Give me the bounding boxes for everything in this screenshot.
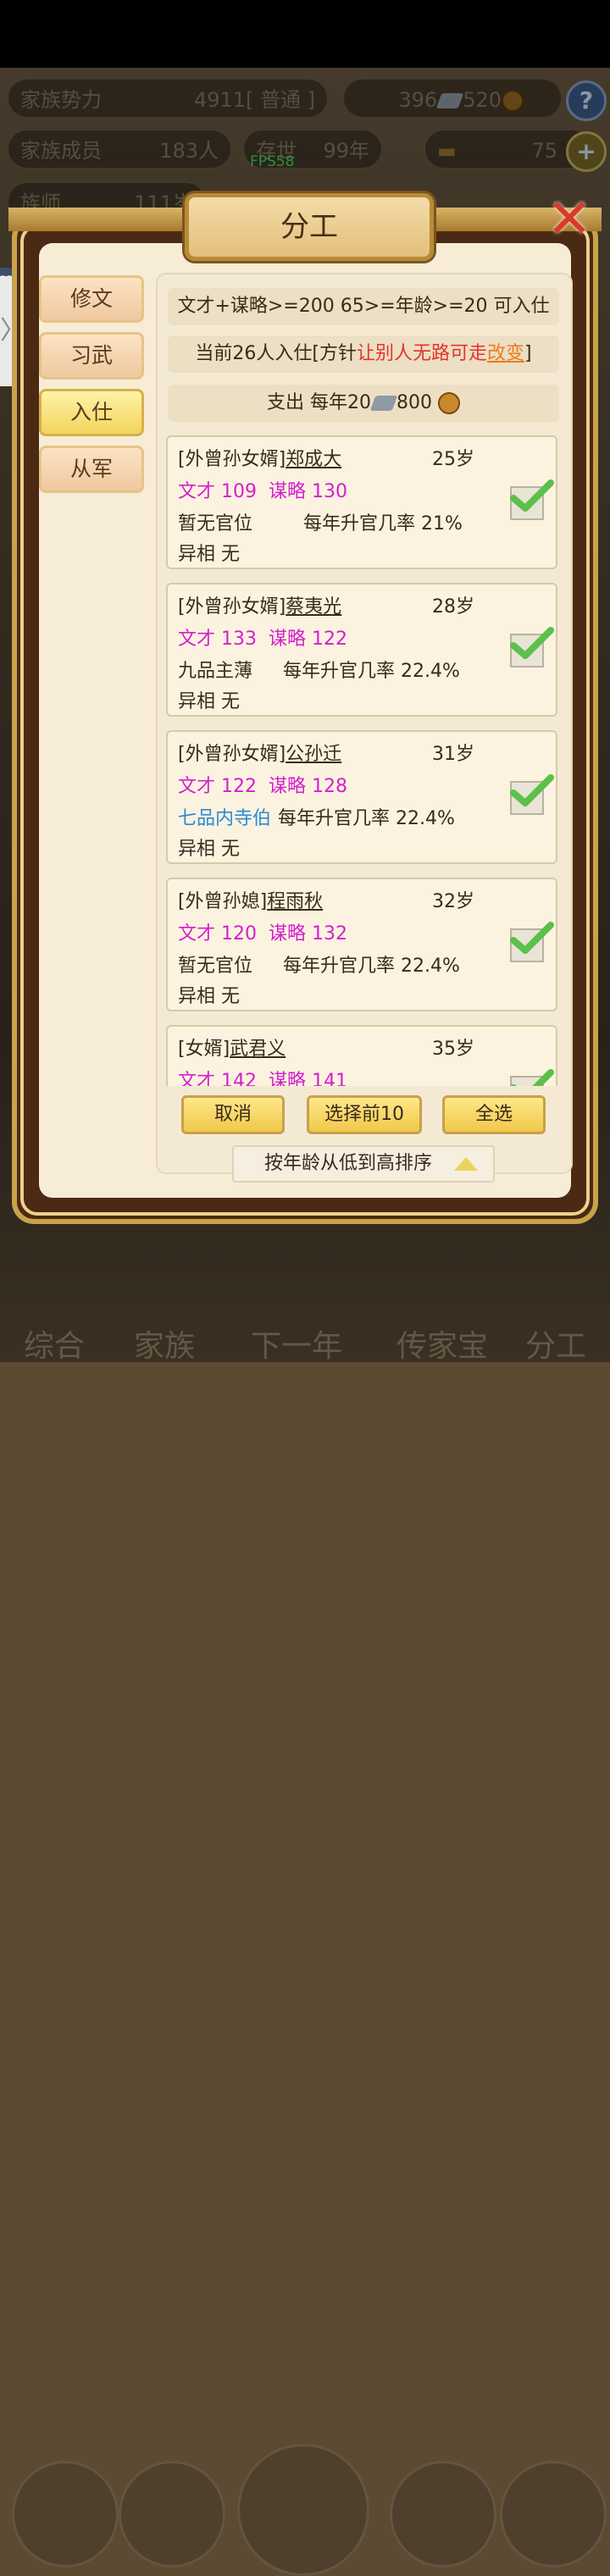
candidate-age: 31岁 bbox=[432, 744, 474, 765]
candidate-name[interactable]: 武君义 bbox=[230, 1039, 286, 1060]
candidate-moulue: 谋略 122 bbox=[269, 629, 347, 650]
select-top10-button[interactable]: 选择前10 bbox=[307, 1095, 422, 1134]
expense-coins: 800 bbox=[396, 392, 432, 413]
select-all-button[interactable]: 全选 bbox=[442, 1095, 546, 1134]
triangle-up-icon bbox=[454, 1157, 478, 1171]
candidate-card: [外曾孙女婿]公孙迁 31岁 文才 122 谋略 128 七品内寺伯 每年升官几率 … bbox=[166, 730, 557, 864]
candidate-moulue: 谋略 141 bbox=[269, 1071, 347, 1086]
status-suffix: ] bbox=[524, 343, 532, 364]
candidate-trait: 异相 无 bbox=[178, 691, 240, 712]
title-wing-left bbox=[8, 208, 186, 231]
candidate-position: 暂无官位 bbox=[178, 513, 253, 535]
policy-text: 让别人无路可走 bbox=[356, 343, 487, 364]
status-bar bbox=[0, 0, 610, 68]
candidate-checkbox[interactable] bbox=[510, 479, 554, 520]
sort-label: 按年龄从低到高排序 bbox=[264, 1153, 433, 1174]
candidate-position: 暂无官位 bbox=[178, 956, 253, 977]
candidate-relation: [外曾孙女婿] bbox=[178, 449, 286, 470]
candidate-promotion-rate: 每年升官几率 22.4% bbox=[283, 661, 460, 682]
requirement-text: 文才+谋略>=200 65>=年龄>=20 可入仕 bbox=[168, 288, 559, 325]
nav-heirloom[interactable]: 传家宝 bbox=[396, 1321, 488, 1366]
tab-official[interactable]: 入仕 bbox=[39, 389, 144, 436]
candidate-card: [外曾孙女婿]郑成大 25岁 文才 109 谋略 130 暂无官位 每年升官几率 2… bbox=[166, 435, 557, 569]
candidate-position: 九品主薄 bbox=[178, 661, 253, 682]
candidate-relation: [外曾孙女婿] bbox=[178, 744, 286, 765]
candidate-name[interactable]: 程雨秋 bbox=[267, 891, 323, 912]
candidate-relation: [女婿] bbox=[178, 1039, 230, 1060]
nav-division[interactable]: 分工 bbox=[525, 1321, 586, 1366]
candidate-checkbox[interactable] bbox=[510, 1069, 554, 1086]
candidate-age: 32岁 bbox=[432, 891, 474, 912]
dialog-title: 分工 bbox=[185, 193, 434, 261]
candidate-list[interactable]: [外曾孙女婿]郑成大 25岁 文才 109 谋略 130 暂无官位 每年升官几率 2… bbox=[166, 435, 561, 1086]
candidate-age: 35岁 bbox=[432, 1039, 474, 1060]
candidate-relation: [外曾孙媳] bbox=[178, 891, 268, 912]
candidate-wencai: 文才 133 bbox=[178, 629, 257, 650]
candidate-wencai: 文才 122 bbox=[178, 776, 257, 797]
checkmark-icon bbox=[510, 1069, 554, 1086]
nav-mountain-icon bbox=[237, 2444, 369, 2576]
candidate-checkbox[interactable] bbox=[510, 627, 554, 668]
checkmark-icon bbox=[510, 922, 554, 954]
candidate-age: 28岁 bbox=[432, 596, 474, 618]
close-button[interactable]: ✕ bbox=[542, 190, 596, 249]
checkmark-icon bbox=[510, 774, 554, 806]
nav-house-icon bbox=[119, 2461, 225, 2568]
change-policy-link[interactable]: 改变 bbox=[487, 343, 524, 364]
candidate-name[interactable]: 公孙迁 bbox=[286, 744, 341, 765]
checkmark-icon bbox=[510, 627, 554, 659]
expense-label: 支出 每年20 bbox=[267, 392, 371, 413]
candidate-trait: 异相 无 bbox=[178, 986, 240, 1007]
candidate-wencai: 文才 120 bbox=[178, 923, 257, 945]
cancel-button[interactable]: 取消 bbox=[181, 1095, 285, 1134]
candidate-relation: [外曾孙女婿] bbox=[178, 596, 286, 618]
candidate-checkbox[interactable] bbox=[510, 774, 554, 815]
checkmark-icon bbox=[510, 479, 554, 512]
candidate-trait: 异相 无 bbox=[178, 839, 240, 860]
candidate-card: [外曾孙女婿]蔡夷光 28岁 文才 133 谋略 122 九品主薄 每年升官几率 2… bbox=[166, 583, 557, 717]
candidate-trait: 异相 无 bbox=[178, 544, 240, 565]
tab-martial[interactable]: 习武 bbox=[39, 332, 144, 379]
candidate-card: [外曾孙媳]程雨秋 32岁 文才 120 谋略 132 暂无官位 每年升官几率 22… bbox=[166, 878, 557, 1011]
candidate-moulue: 谋略 128 bbox=[269, 776, 347, 797]
nav-overview[interactable]: 综合 bbox=[24, 1321, 85, 1366]
candidate-card: [女婿]武君义 35岁 文才 142 谋略 141 bbox=[166, 1025, 557, 1086]
candidate-name[interactable]: 郑成大 bbox=[286, 449, 341, 470]
candidate-promotion-rate: 每年升官几率 22.4% bbox=[278, 808, 455, 829]
candidate-moulue: 谋略 130 bbox=[269, 481, 347, 502]
candidate-promotion-rate: 每年升官几率 22.4% bbox=[283, 956, 460, 977]
status-row: 当前26人入仕[方针让别人无路可走改变] bbox=[168, 335, 559, 373]
tab-study[interactable]: 修文 bbox=[39, 275, 144, 323]
silver-icon bbox=[369, 396, 398, 411]
candidate-promotion-rate: 每年升官几率 21% bbox=[303, 513, 463, 535]
nav-scroll-icon bbox=[12, 2461, 119, 2568]
tab-military[interactable]: 从军 bbox=[39, 446, 144, 493]
candidate-moulue: 谋略 132 bbox=[269, 923, 347, 945]
candidate-age: 25岁 bbox=[432, 449, 474, 470]
coin-icon bbox=[438, 392, 460, 414]
candidate-position: 七品内寺伯 bbox=[178, 808, 272, 829]
nav-family[interactable]: 家族 bbox=[134, 1321, 195, 1366]
nav-next-year[interactable]: 下一年 bbox=[251, 1321, 342, 1366]
expense-row: 支出 每年20 800 bbox=[168, 385, 559, 422]
nav-person-icon bbox=[500, 2461, 607, 2568]
candidate-wencai: 文才 109 bbox=[178, 481, 257, 502]
status-prefix: 当前26人入仕[方针 bbox=[195, 343, 357, 364]
candidate-wencai: 文才 142 bbox=[178, 1071, 257, 1086]
sort-dropdown[interactable]: 按年龄从低到高排序 bbox=[232, 1145, 495, 1183]
candidate-checkbox[interactable] bbox=[510, 922, 554, 962]
nav-treasure-icon bbox=[390, 2461, 496, 2568]
candidate-name[interactable]: 蔡夷光 bbox=[286, 596, 341, 618]
